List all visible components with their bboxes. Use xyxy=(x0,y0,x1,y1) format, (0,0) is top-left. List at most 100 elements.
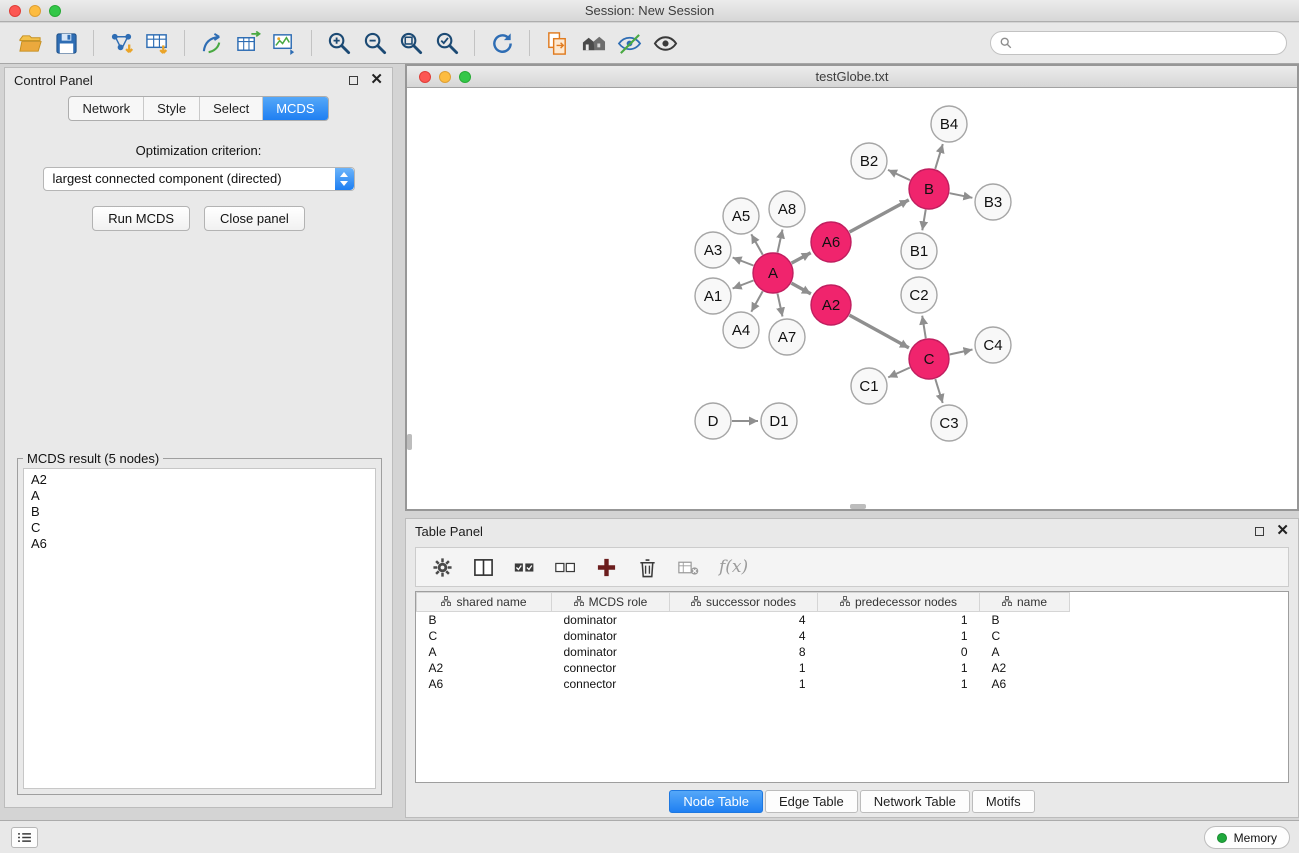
graph-edge-A-A6[interactable] xyxy=(792,253,811,263)
table-cell[interactable]: 0 xyxy=(818,644,980,660)
table-row[interactable]: A2connector11A2 xyxy=(417,660,1289,676)
graph-edge-B-B1[interactable] xyxy=(922,210,925,231)
graph-node-A2[interactable]: A2 xyxy=(811,285,851,325)
table-cell[interactable]: connector xyxy=(552,660,670,676)
tab-network[interactable]: Network xyxy=(69,97,143,120)
table-cell[interactable]: A2 xyxy=(980,660,1070,676)
table-close-panel-icon[interactable]: ✕ xyxy=(1276,525,1289,537)
graph-edge-A6-B[interactable] xyxy=(850,200,909,232)
table-cell[interactable]: dominator xyxy=(552,644,670,660)
graph-node-D[interactable]: D xyxy=(695,403,731,439)
graph-edge-A-A7[interactable] xyxy=(778,294,783,317)
graph-edge-A2-C[interactable] xyxy=(849,315,909,348)
graph-node-A3[interactable]: A3 xyxy=(695,232,731,268)
tab-node-table[interactable]: Node Table xyxy=(669,790,763,813)
horizontal-scrollbar-thumb[interactable] xyxy=(850,504,866,509)
show-column-icon[interactable] xyxy=(473,557,494,578)
zoom-out-icon[interactable] xyxy=(357,27,393,59)
graph-edge-A-A2[interactable] xyxy=(791,283,811,294)
clear-table-icon[interactable] xyxy=(678,557,699,578)
close-panel-icon[interactable]: ✕ xyxy=(370,74,383,86)
network-zoom-button[interactable] xyxy=(459,71,471,83)
graph-node-A8[interactable]: A8 xyxy=(769,191,805,227)
tab-edge-table[interactable]: Edge Table xyxy=(765,790,858,813)
network-close-button[interactable] xyxy=(419,71,431,83)
table-cell[interactable]: 1 xyxy=(818,612,980,628)
table-row[interactable]: A6connector11A6 xyxy=(417,676,1289,692)
network-canvas[interactable]: B4B2BB3A5A8A6B1A3AC2A1A2A4A7C4CC1C3DD1 xyxy=(407,89,1297,509)
graph-node-A[interactable]: A xyxy=(753,253,793,293)
table-cell[interactable]: connector xyxy=(552,676,670,692)
zoom-selected-icon[interactable] xyxy=(429,27,465,59)
table-cell[interactable]: A6 xyxy=(417,676,552,692)
graph-node-B1[interactable]: B1 xyxy=(901,233,937,269)
refresh-layout-icon[interactable] xyxy=(484,27,520,59)
mcds-result-item[interactable]: A xyxy=(31,488,368,504)
graph-node-A5[interactable]: A5 xyxy=(723,198,759,234)
tab-motifs[interactable]: Motifs xyxy=(972,790,1035,813)
function-builder-icon[interactable]: f(x) xyxy=(719,557,748,577)
column-header-predecessor-nodes[interactable]: predecessor nodes xyxy=(818,593,980,612)
table-cell[interactable]: 8 xyxy=(670,644,818,660)
graph-edge-C-C1[interactable] xyxy=(888,368,910,378)
graph-edge-B-B3[interactable] xyxy=(950,193,973,198)
column-header-successor-nodes[interactable]: successor nodes xyxy=(670,593,818,612)
graph-edge-A-A5[interactable] xyxy=(751,234,762,254)
graph-node-C2[interactable]: C2 xyxy=(901,277,937,313)
vertical-scrollbar-thumb[interactable] xyxy=(407,434,412,450)
table-cell[interactable]: dominator xyxy=(552,628,670,644)
new-table-icon[interactable] xyxy=(230,27,266,59)
select-all-icon[interactable] xyxy=(514,557,535,578)
zoom-fit-icon[interactable] xyxy=(393,27,429,59)
graph-node-A6[interactable]: A6 xyxy=(811,222,851,262)
table-cell[interactable]: 1 xyxy=(670,676,818,692)
add-row-icon[interactable] xyxy=(596,557,617,578)
import-table-icon[interactable] xyxy=(139,27,175,59)
table-row[interactable]: Bdominator41B xyxy=(417,612,1289,628)
table-cell[interactable]: B xyxy=(417,612,552,628)
column-header-shared-name[interactable]: shared name xyxy=(417,593,552,612)
style-details-icon[interactable] xyxy=(611,27,647,59)
search-input[interactable] xyxy=(1017,36,1277,51)
table-cell[interactable]: 1 xyxy=(670,660,818,676)
table-cell[interactable]: 4 xyxy=(670,628,818,644)
tab-style[interactable]: Style xyxy=(143,97,199,120)
delete-row-icon[interactable] xyxy=(637,557,658,578)
table-cell[interactable]: A xyxy=(980,644,1070,660)
task-history-button[interactable] xyxy=(11,827,38,848)
save-session-icon[interactable] xyxy=(48,27,84,59)
export-document-icon[interactable] xyxy=(539,27,575,59)
close-panel-button[interactable]: Close panel xyxy=(204,206,305,231)
column-header-name[interactable]: name xyxy=(980,593,1070,612)
table-cell[interactable]: 1 xyxy=(818,628,980,644)
graph-node-B[interactable]: B xyxy=(909,169,949,209)
settings-icon[interactable] xyxy=(432,557,453,578)
graph-node-A4[interactable]: A4 xyxy=(723,312,759,348)
export-image-icon[interactable] xyxy=(266,27,302,59)
mcds-result-item[interactable]: B xyxy=(31,504,368,520)
table-cell[interactable]: A2 xyxy=(417,660,552,676)
table-cell[interactable]: C xyxy=(417,628,552,644)
graph-node-C1[interactable]: C1 xyxy=(851,368,887,404)
table-cell[interactable]: 4 xyxy=(670,612,818,628)
mcds-result-item[interactable]: A2 xyxy=(31,472,368,488)
graph-edge-C-C2[interactable] xyxy=(922,316,926,339)
column-header-mcds-role[interactable]: MCDS role xyxy=(552,593,670,612)
zoom-in-icon[interactable] xyxy=(321,27,357,59)
graph-node-C3[interactable]: C3 xyxy=(931,405,967,441)
graph-node-C[interactable]: C xyxy=(909,339,949,379)
table-float-panel-icon[interactable] xyxy=(1255,527,1264,536)
zoom-window-button[interactable] xyxy=(49,5,61,17)
tab-select[interactable]: Select xyxy=(199,97,262,120)
float-panel-icon[interactable] xyxy=(349,76,358,85)
table-cell[interactable]: A6 xyxy=(980,676,1070,692)
tab-mcds[interactable]: MCDS xyxy=(262,97,327,120)
show-hide-graphics-icon[interactable] xyxy=(647,27,683,59)
minimize-window-button[interactable] xyxy=(29,5,41,17)
open-file-icon[interactable] xyxy=(12,27,48,59)
new-network-icon[interactable] xyxy=(194,27,230,59)
graph-edge-B-B4[interactable] xyxy=(935,144,943,169)
graph-edge-C-C3[interactable] xyxy=(935,379,942,403)
graph-edge-A-A1[interactable] xyxy=(733,281,754,289)
graph-node-B3[interactable]: B3 xyxy=(975,184,1011,220)
